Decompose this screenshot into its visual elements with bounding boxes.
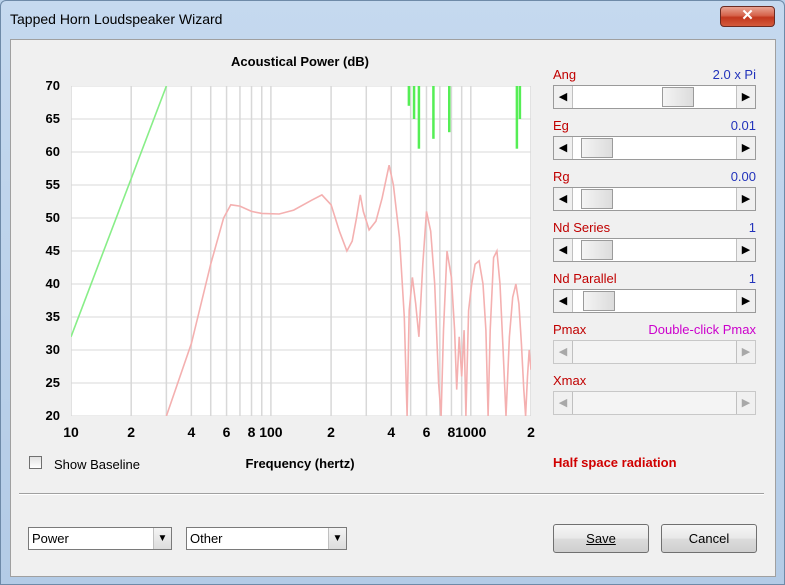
frequency-response-chart: [71, 86, 531, 416]
scroll-left-arrow-icon[interactable]: ◀: [554, 239, 573, 261]
y-tick-label: 70: [45, 78, 60, 93]
y-tick-label: 55: [45, 177, 60, 192]
x-tick-label: 2: [327, 424, 335, 440]
scroll-left-arrow-icon[interactable]: ◀: [554, 137, 573, 159]
param-scrollbar[interactable]: ◀ ▶: [553, 340, 756, 364]
show-baseline-label-text: Show Baseline: [54, 457, 140, 472]
x-tick-label: 1000: [455, 424, 487, 440]
other-select[interactable]: Other ▼: [186, 527, 347, 550]
scroll-thumb[interactable]: [580, 138, 613, 158]
x-tick-label: 6: [222, 424, 231, 440]
param-scrollbar[interactable]: ◀ ▶: [553, 289, 756, 313]
param-label: Nd Parallel: [553, 271, 617, 286]
param-scrollbar[interactable]: ◀ ▶: [553, 187, 756, 211]
divider: [19, 493, 764, 495]
x-tick-label: 4: [387, 424, 396, 440]
window-title: Tapped Horn Loudspeaker Wizard: [10, 11, 223, 27]
y-tick-label: 20: [45, 408, 60, 423]
chevron-down-icon[interactable]: ▼: [328, 528, 346, 549]
param-value: 1: [748, 220, 756, 235]
scroll-left-arrow-icon[interactable]: ◀: [554, 341, 573, 363]
scroll-thumb[interactable]: [583, 291, 616, 311]
scroll-right-arrow-icon[interactable]: ▶: [736, 341, 755, 363]
scroll-right-arrow-icon[interactable]: ▶: [736, 392, 755, 414]
x-tick-label: 10: [63, 424, 79, 440]
param-scrollbar[interactable]: ◀ ▶: [553, 85, 756, 109]
param-value: 2.0 x Pi: [712, 67, 756, 82]
cancel-button-label: Cancel: [688, 531, 730, 546]
scroll-right-arrow-icon[interactable]: ▶: [736, 239, 755, 261]
scroll-right-arrow-icon[interactable]: ▶: [736, 86, 755, 108]
scroll-right-arrow-icon[interactable]: ▶: [736, 188, 755, 210]
series-line-2: [165, 165, 531, 416]
scroll-left-arrow-icon[interactable]: ◀: [554, 290, 573, 312]
close-button[interactable]: ✕: [720, 6, 775, 27]
show-baseline-checkbox[interactable]: [29, 456, 42, 469]
y-tick-label: 40: [45, 276, 60, 291]
y-tick-label: 35: [45, 309, 60, 324]
scroll-left-arrow-icon[interactable]: ◀: [554, 188, 573, 210]
param-label: Rg: [553, 169, 570, 184]
x-tick-label: 8: [247, 424, 256, 440]
scroll-thumb[interactable]: [662, 87, 695, 107]
y-tick-label: 25: [45, 375, 60, 390]
title-bar[interactable]: Tapped Horn Loudspeaker Wizard ✕: [1, 1, 784, 35]
scroll-left-arrow-icon[interactable]: ◀: [554, 392, 573, 414]
param-label: Eg: [553, 118, 569, 133]
scroll-thumb[interactable]: [580, 189, 613, 209]
param-label: Ang: [553, 67, 577, 82]
param-value: 0.00: [730, 169, 756, 184]
param-scrollbar[interactable]: ◀ ▶: [553, 136, 756, 160]
x-tick-label: 4: [187, 424, 196, 440]
param-scrollbar[interactable]: ◀ ▶: [553, 238, 756, 262]
save-button-label: Save: [586, 531, 616, 546]
y-tick-label: 30: [45, 342, 60, 357]
other-select-value: Other: [190, 531, 223, 546]
param-value: 1: [748, 271, 756, 286]
y-tick-label: 65: [45, 111, 60, 126]
series-line-1: [71, 86, 168, 338]
scroll-right-arrow-icon[interactable]: ▶: [736, 137, 755, 159]
x-tick-label: 6: [422, 424, 431, 440]
x-tick-label: 2: [527, 424, 535, 440]
param-label: Pmax: [553, 322, 587, 337]
scroll-left-arrow-icon[interactable]: ◀: [554, 86, 573, 108]
param-label: Xmax: [553, 373, 587, 388]
show-baseline-label[interactable]: Show Baseline: [54, 457, 140, 472]
y-tick-label: 50: [45, 210, 60, 225]
x-axis-label: Frequency (hertz): [245, 456, 355, 471]
plot-area: [71, 86, 531, 416]
param-scrollbar[interactable]: ◀ ▶: [553, 391, 756, 415]
param-value: Double-click Pmax: [648, 322, 756, 337]
x-tick-label: 100: [259, 424, 283, 440]
graph-type-select[interactable]: Power ▼: [28, 527, 172, 550]
x-tick-label: 2: [127, 424, 136, 440]
radiation-note: Half space radiation: [553, 455, 677, 470]
param-value: 0.01: [730, 118, 756, 133]
scroll-thumb[interactable]: [580, 240, 613, 260]
cancel-button[interactable]: Cancel: [661, 524, 757, 553]
chevron-down-icon[interactable]: ▼: [153, 528, 171, 549]
param-label: Nd Series: [553, 220, 611, 235]
chart-title: Acoustical Power (dB): [231, 54, 369, 69]
scroll-right-arrow-icon[interactable]: ▶: [736, 290, 755, 312]
save-button[interactable]: Save: [553, 524, 649, 553]
graph-type-value: Power: [32, 531, 69, 546]
y-tick-label: 60: [45, 144, 60, 159]
y-tick-label: 45: [45, 243, 60, 258]
